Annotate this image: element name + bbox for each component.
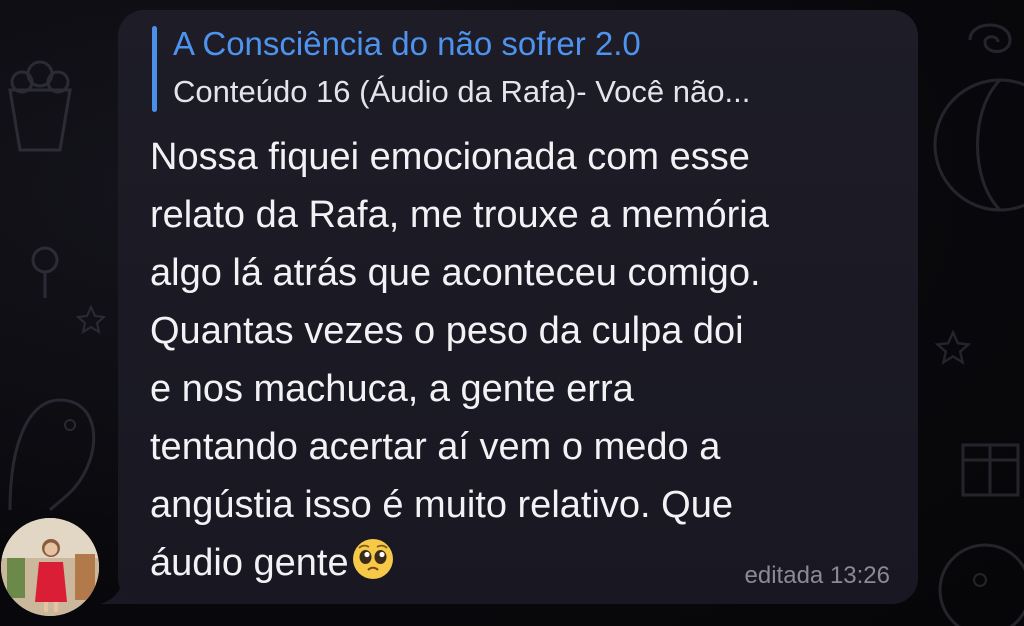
gift-doodle-icon — [961, 443, 1020, 497]
pleading-face-emoji-icon — [352, 539, 393, 579]
reply-quote-bar — [152, 26, 157, 112]
message-line: algo lá atrás que aconteceu comigo. — [150, 252, 761, 294]
swirl-doodle-icon — [968, 23, 1012, 53]
message-line: angústia isso é muito relativo. Que — [150, 484, 733, 526]
message-line: relato da Rafa, me trouxe a memória — [150, 194, 769, 236]
star-doodle-icon-2 — [935, 330, 971, 365]
star-doodle-icon — [76, 305, 106, 335]
message-line: Nossa fiquei emocionada com esse — [150, 136, 750, 178]
reply-quote-title[interactable]: A Consciência do não sofrer 2.0 — [173, 22, 641, 66]
pizza-doodle-icon — [938, 543, 1024, 626]
chat-background: A Consciência do não sofrer 2.0 Conteúdo… — [0, 0, 1024, 626]
sender-avatar[interactable] — [1, 518, 99, 616]
message-line: Quantas vezes o peso da culpa doi — [150, 310, 744, 352]
message-line: e nos machuca, a gente erra — [150, 368, 634, 410]
message-line: áudio gente — [150, 542, 349, 584]
popcorn-doodle-icon — [8, 60, 72, 152]
globe-doodle-icon — [933, 78, 1024, 212]
reply-quote-snippet[interactable]: Conteúdo 16 (Áudio da Rafa)- Você não... — [173, 70, 750, 114]
flower-doodle-icon — [31, 246, 59, 298]
dinosaur-doodle-icon — [8, 398, 96, 512]
avatar-image — [1, 518, 99, 616]
message-edited-time: editada 13:26 — [744, 562, 890, 589]
message-line: tentando acertar aí vem o medo a — [150, 426, 721, 468]
message-text: Nossa fiquei emocionada com esse relato … — [150, 128, 900, 592]
